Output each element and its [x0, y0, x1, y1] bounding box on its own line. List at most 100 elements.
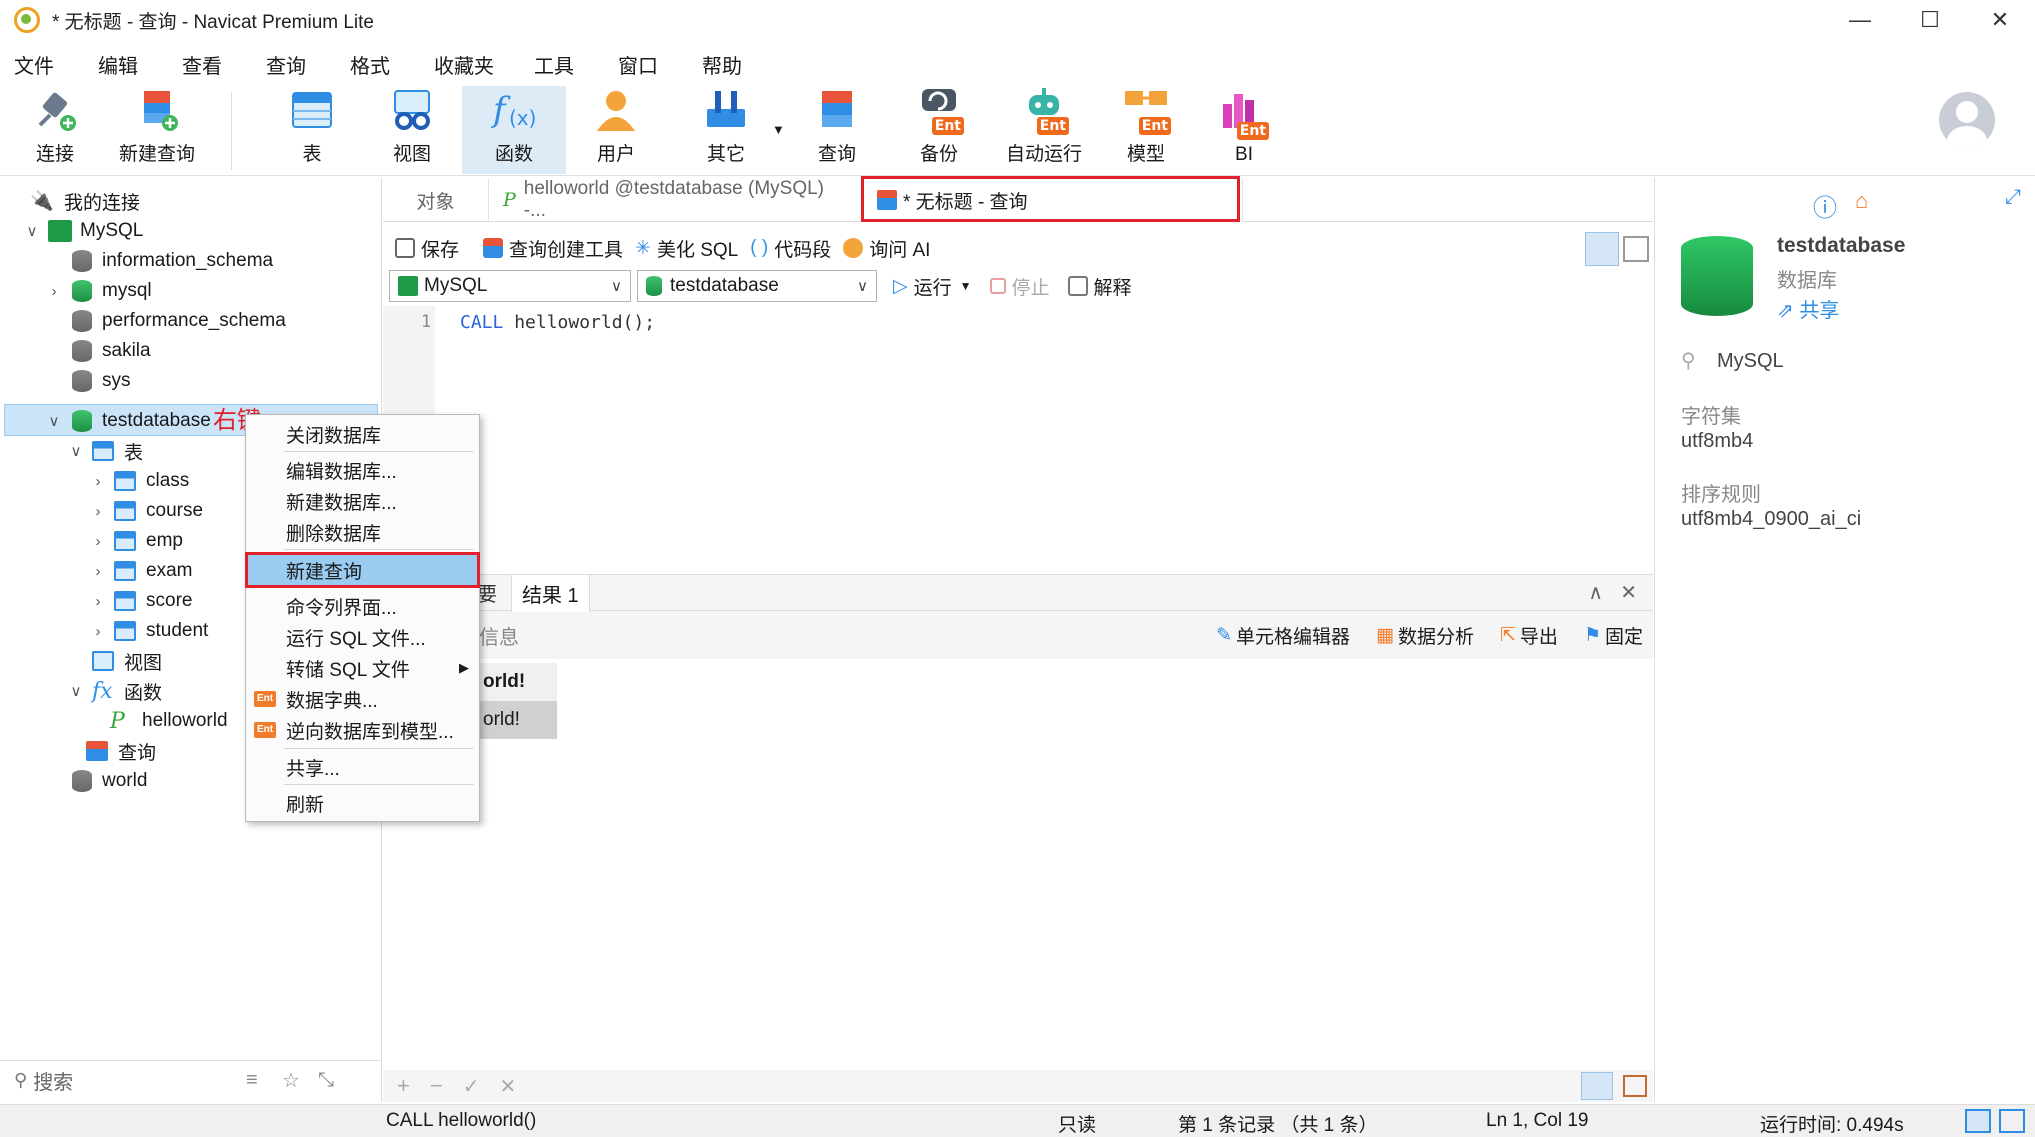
- menu-query[interactable]: 查询: [252, 50, 336, 79]
- view-button[interactable]: 视图: [372, 86, 452, 174]
- other-dropdown-arrow-icon[interactable]: ▼: [772, 122, 785, 137]
- tree-db-world[interactable]: world: [52, 766, 147, 796]
- connection-select[interactable]: MySQL ∨: [389, 270, 631, 302]
- panel-left-icon[interactable]: [1965, 1109, 1991, 1133]
- tree-table-student[interactable]: › student: [88, 616, 208, 646]
- chevron-right-icon[interactable]: ›: [88, 473, 108, 490]
- tree-db-mysql[interactable]: › mysql: [44, 276, 152, 306]
- chevron-right-icon[interactable]: ›: [88, 593, 108, 610]
- pin-button[interactable]: ⚑ 固定: [1584, 622, 1643, 649]
- run-dropdown-arrow-icon[interactable]: ▼: [960, 279, 972, 293]
- minimize-button[interactable]: —: [1825, 0, 1895, 40]
- menu-dump-sql-file[interactable]: 转储 SQL 文件 ▶: [246, 653, 479, 683]
- menu-new-database[interactable]: 新建数据库...: [246, 486, 479, 516]
- menu-format[interactable]: 格式: [336, 50, 420, 79]
- menu-file[interactable]: 文件: [0, 50, 84, 79]
- menu-view[interactable]: 查看: [168, 50, 252, 79]
- tree-table-exam[interactable]: › exam: [88, 556, 192, 586]
- connect-button[interactable]: 连接: [20, 86, 90, 174]
- menu-tools[interactable]: 工具: [520, 50, 604, 79]
- tree-db-testdatabase[interactable]: ∨ testdatabase: [44, 406, 211, 436]
- info-icon[interactable]: ⓘ: [1813, 188, 1837, 223]
- table-button[interactable]: 表: [272, 86, 352, 174]
- ddl-icon[interactable]: ⌂: [1855, 188, 1868, 214]
- tab-helloworld[interactable]: P helloworld @testdatabase (MySQL) -...: [489, 178, 863, 222]
- tree-table-score[interactable]: › score: [88, 586, 192, 616]
- form-view-icon[interactable]: [1623, 1075, 1647, 1097]
- query-button[interactable]: 查询: [802, 86, 872, 174]
- user-button[interactable]: 用户: [576, 86, 656, 174]
- filter-icon[interactable]: ≡: [246, 1069, 258, 1092]
- sql-code-line[interactable]: CALL helloworld();: [460, 312, 655, 333]
- tree-function-helloworld[interactable]: P helloworld: [110, 706, 228, 736]
- menu-delete-database[interactable]: 删除数据库: [246, 517, 479, 547]
- explain-button[interactable]: 解释: [1067, 273, 1132, 300]
- delete-row-icon[interactable]: −: [430, 1073, 443, 1099]
- chevron-right-icon[interactable]: ›: [88, 623, 108, 640]
- menu-edit[interactable]: 编辑: [84, 50, 168, 79]
- save-button[interactable]: 保存: [395, 235, 459, 262]
- tree-tables-folder[interactable]: ∨ 表: [66, 436, 143, 466]
- menu-share[interactable]: 共享...: [246, 752, 479, 782]
- share-link[interactable]: ⇗ 共享: [1777, 294, 1839, 323]
- tree-views-folder[interactable]: 视图: [66, 646, 162, 676]
- tree-my-connections[interactable]: 🔌 我的连接: [30, 186, 140, 216]
- tree-table-class[interactable]: › class: [88, 466, 189, 496]
- menu-window[interactable]: 窗口: [604, 50, 688, 79]
- menu-reverse-to-model[interactable]: Ent 逆向数据库到模型...: [246, 715, 479, 745]
- collapse-up-icon[interactable]: ∧: [1588, 580, 1603, 605]
- ask-ai-button[interactable]: 询问 AI: [843, 235, 930, 262]
- expand-icon[interactable]: ⤢: [2005, 186, 2021, 209]
- menu-help[interactable]: 帮助: [688, 50, 772, 79]
- chevron-down-icon[interactable]: ∨: [66, 682, 86, 700]
- tree-db-performance-schema[interactable]: performance_schema: [52, 306, 286, 336]
- add-row-icon[interactable]: +: [397, 1073, 410, 1099]
- chevron-right-icon[interactable]: ›: [88, 563, 108, 580]
- cell-editor-button[interactable]: ✎ 单元格编辑器: [1216, 622, 1350, 649]
- menu-run-sql-file[interactable]: 运行 SQL 文件...: [246, 622, 479, 652]
- new-query-button[interactable]: 新建查询: [112, 86, 202, 174]
- panel-right-icon[interactable]: [1999, 1109, 2025, 1133]
- export-button[interactable]: ⇱ 导出: [1500, 622, 1558, 649]
- tree-table-course[interactable]: › course: [88, 496, 203, 526]
- data-analysis-button[interactable]: ▦ 数据分析: [1376, 622, 1474, 649]
- cancel-x-icon[interactable]: ✕: [499, 1074, 516, 1099]
- chevron-down-icon[interactable]: ∨: [22, 222, 42, 240]
- chevron-right-icon[interactable]: ›: [88, 533, 108, 550]
- stop-button[interactable]: 停止: [989, 273, 1050, 300]
- menu-command-line[interactable]: 命令列界面...: [246, 591, 479, 621]
- code-snippet-button[interactable]: ( ) 代码段: [750, 235, 831, 262]
- other-button[interactable]: 其它: [688, 86, 764, 174]
- split-horizontal-icon[interactable]: [1585, 232, 1619, 266]
- model-button[interactable]: Ent 模型: [1110, 86, 1182, 174]
- tab-result-1[interactable]: 结果 1: [511, 573, 590, 612]
- chevron-down-icon[interactable]: ∨: [66, 442, 86, 460]
- menu-favorites[interactable]: 收藏夹: [420, 50, 520, 79]
- tab-summary[interactable]: 要: [477, 578, 497, 607]
- star-icon[interactable]: ☆: [282, 1068, 300, 1093]
- backup-button[interactable]: Ent 备份: [904, 86, 974, 174]
- menu-data-dictionary[interactable]: Ent 数据字典...: [246, 684, 479, 714]
- chevron-down-icon[interactable]: ∨: [44, 412, 64, 430]
- menu-refresh[interactable]: 刷新: [246, 788, 479, 818]
- chevron-right-icon[interactable]: ›: [44, 283, 64, 300]
- query-builder-button[interactable]: 查询创建工具: [483, 235, 623, 262]
- apply-check-icon[interactable]: ✓: [463, 1074, 480, 1099]
- grid-view-icon[interactable]: [1581, 1072, 1613, 1100]
- chevron-right-icon[interactable]: ›: [88, 503, 108, 520]
- tree-table-emp[interactable]: › emp: [88, 526, 183, 556]
- tree-mysql-connection[interactable]: ∨ MySQL: [22, 216, 143, 246]
- menu-edit-database[interactable]: 编辑数据库...: [246, 455, 479, 485]
- info-label[interactable]: 信息: [479, 621, 519, 650]
- tree-queries-folder[interactable]: 查询: [86, 736, 156, 766]
- close-button[interactable]: ✕: [1965, 0, 2035, 40]
- tree-functions-folder[interactable]: ∨ fx 函数: [66, 676, 163, 706]
- search-input[interactable]: 搜索: [33, 1066, 73, 1095]
- run-button[interactable]: ▷ 运行 ▼: [893, 273, 972, 300]
- beautify-sql-button[interactable]: ✳ 美化 SQL: [635, 235, 738, 262]
- tab-objects[interactable]: 对象: [383, 178, 489, 222]
- bi-button[interactable]: Ent BI: [1208, 86, 1280, 174]
- close-results-icon[interactable]: ✕: [1620, 580, 1637, 605]
- user-avatar[interactable]: [1939, 92, 1995, 148]
- maximize-button[interactable]: ☐: [1895, 0, 1965, 40]
